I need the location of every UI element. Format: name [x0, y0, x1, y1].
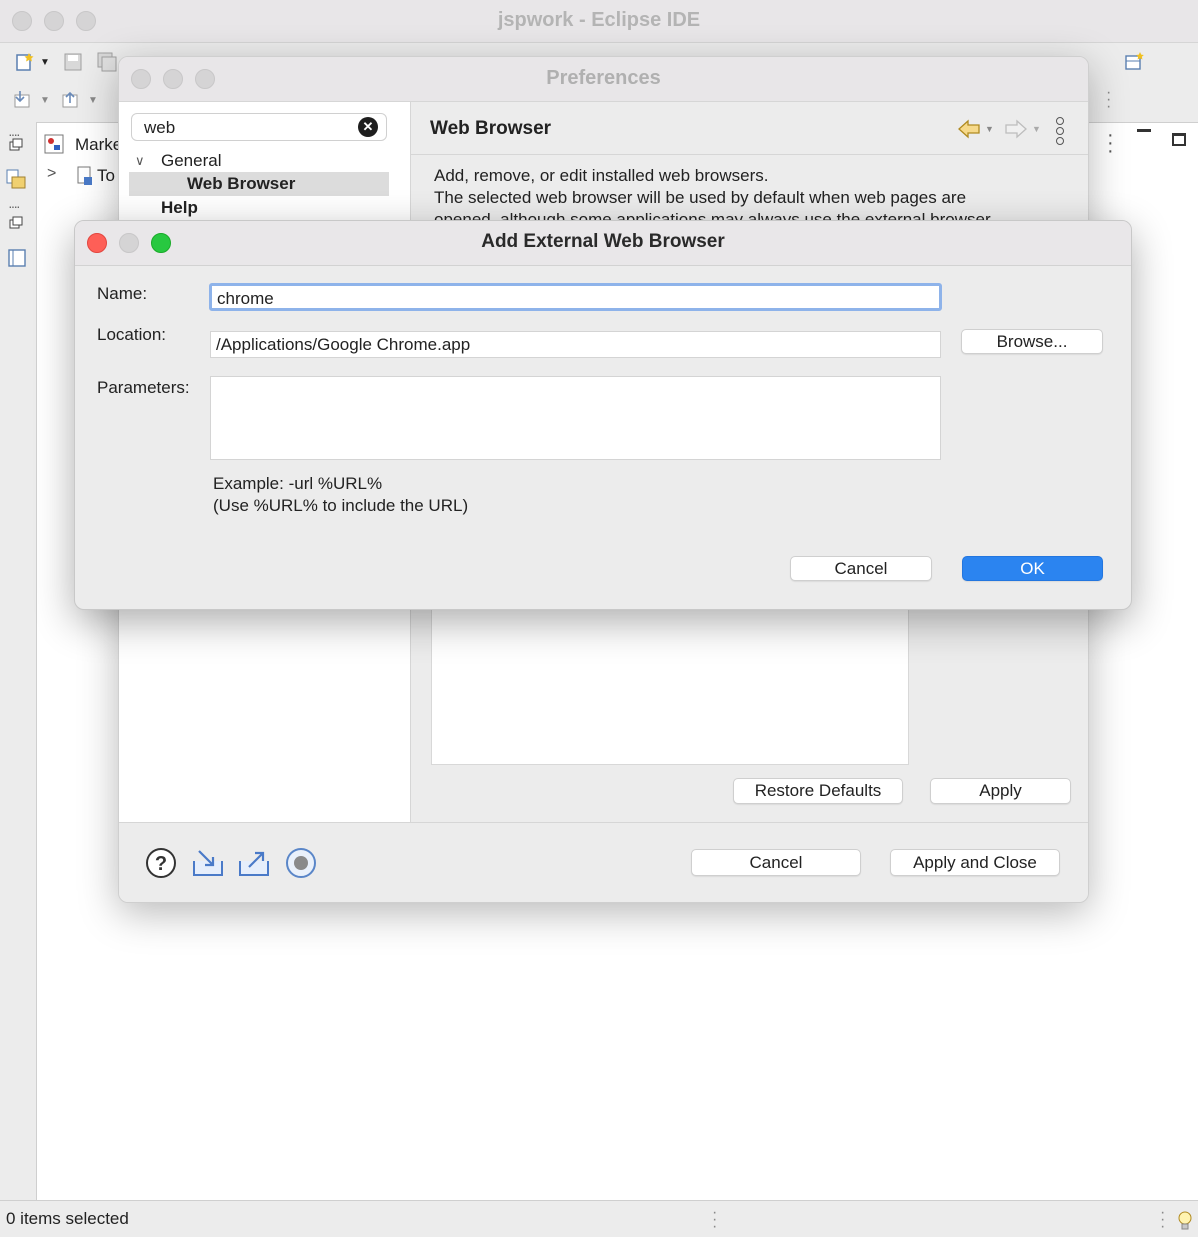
parameters-input[interactable] [210, 376, 941, 460]
package-explorer-icon[interactable] [5, 168, 27, 190]
view-menu-icon[interactable]: · · · [1107, 125, 1114, 161]
status-grip-icon: · · · [712, 1204, 718, 1235]
add-browser-titlebar: Add External Web Browser [75, 221, 1131, 266]
oomph-sync-icon[interactable] [285, 847, 317, 879]
name-label: Name: [97, 284, 148, 303]
add-browser-cancel-button[interactable]: Cancel [790, 556, 932, 581]
import-icon[interactable] [12, 89, 34, 111]
restore-defaults-button[interactable]: Restore Defaults [733, 778, 903, 804]
tree-item-help[interactable]: Help [161, 198, 198, 218]
export-dropdown-chevron-icon[interactable]: ▼ [88, 95, 98, 106]
filter-input-value: web [144, 118, 176, 137]
preferences-titlebar: Preferences [119, 57, 1088, 102]
minimize-view-icon[interactable] [1137, 129, 1151, 132]
forward-arrow-icon[interactable] [1004, 119, 1028, 139]
outline-view-icon[interactable] [7, 248, 27, 268]
toolbar-grip-icon: · · · [1106, 84, 1112, 115]
markers-tab-label[interactable]: Marke [75, 135, 122, 155]
apply-and-close-button[interactable]: Apply and Close [890, 849, 1060, 876]
example-line-1: Example: -url %URL% [213, 474, 383, 493]
cancel-button[interactable]: Cancel [691, 849, 861, 876]
export-preferences-icon[interactable] [237, 847, 271, 879]
tree-item-label[interactable]: To [97, 166, 115, 186]
preferences-title: Preferences [546, 67, 661, 89]
tree-item-web-browser-label: Web Browser [187, 174, 296, 193]
status-text: 0 items selected [6, 1209, 129, 1228]
task-list-icon [77, 166, 92, 185]
import-dropdown-chevron-icon[interactable]: ▼ [40, 95, 50, 106]
general-collapse-chevron-icon[interactable]: ∨ [135, 153, 145, 169]
parameters-example: Example: -url %URL% (Use %URL% to includ… [213, 473, 468, 517]
status-bar: · · · · · · [0, 1200, 1198, 1237]
trim-grip-2-icon: ···· [8, 198, 21, 214]
restore-view-2-icon[interactable] [7, 214, 25, 232]
parameters-label: Parameters: [97, 378, 190, 397]
export-icon[interactable] [60, 89, 82, 111]
location-input-value: /Applications/Google Chrome.app [216, 335, 471, 354]
maximize-view-icon[interactable] [1172, 133, 1186, 146]
new-file-icon[interactable] [14, 51, 36, 73]
preferences-filter-input[interactable]: web ✕ [131, 113, 387, 141]
save-all-icon[interactable] [96, 51, 118, 73]
description-line-2: The selected web browser will be used by… [434, 188, 967, 207]
page-menu-icon[interactable] [1056, 117, 1068, 145]
svg-text:?: ? [155, 853, 167, 875]
apply-button[interactable]: Apply [930, 778, 1071, 804]
clear-filter-icon[interactable]: ✕ [358, 117, 378, 137]
location-label: Location: [97, 325, 166, 344]
name-input-value: chrome [217, 289, 274, 308]
description-line-1: Add, remove, or edit installed web brows… [434, 166, 769, 185]
browse-button[interactable]: Browse... [961, 329, 1103, 354]
main-titlebar: jspwork - Eclipse IDE [0, 0, 1198, 43]
location-input[interactable]: /Applications/Google Chrome.app [210, 331, 941, 358]
markers-view-icon[interactable] [43, 133, 65, 155]
restore-view-icon[interactable] [7, 136, 25, 154]
installed-browsers-list[interactable] [431, 609, 909, 765]
tree-item-web-browser[interactable]: Web Browser [129, 172, 389, 196]
example-line-2: (Use %URL% to include the URL) [213, 496, 469, 515]
tree-item-general[interactable]: General [161, 151, 221, 171]
new-dropdown-chevron-icon[interactable]: ▼ [40, 57, 50, 68]
back-arrow-icon[interactable] [957, 119, 981, 139]
back-dropdown-chevron-icon[interactable]: ▼ [985, 124, 994, 134]
save-icon[interactable] [62, 51, 84, 73]
name-input[interactable]: chrome [209, 283, 942, 311]
left-trim-bar: ···· ···· [0, 122, 36, 1200]
tree-expand-chevron-icon[interactable]: > [47, 165, 56, 183]
help-icon[interactable]: ? [145, 847, 177, 879]
preferences-page-title: Web Browser [430, 118, 552, 139]
preferences-footer: ? Cancel Apply and Close [119, 822, 1088, 902]
forward-dropdown-chevron-icon[interactable]: ▼ [1032, 124, 1041, 134]
open-perspective-icon[interactable] [1123, 51, 1145, 73]
status-grip-2-icon: · · · [1160, 1204, 1166, 1235]
lightbulb-icon[interactable] [1176, 1209, 1194, 1233]
add-external-web-browser-dialog: Add External Web Browser Name: chrome Lo… [74, 220, 1132, 610]
import-preferences-icon[interactable] [191, 847, 225, 879]
main-window-title: jspwork - Eclipse IDE [497, 9, 701, 31]
ok-button[interactable]: OK [962, 556, 1103, 581]
add-browser-title: Add External Web Browser [481, 231, 725, 252]
